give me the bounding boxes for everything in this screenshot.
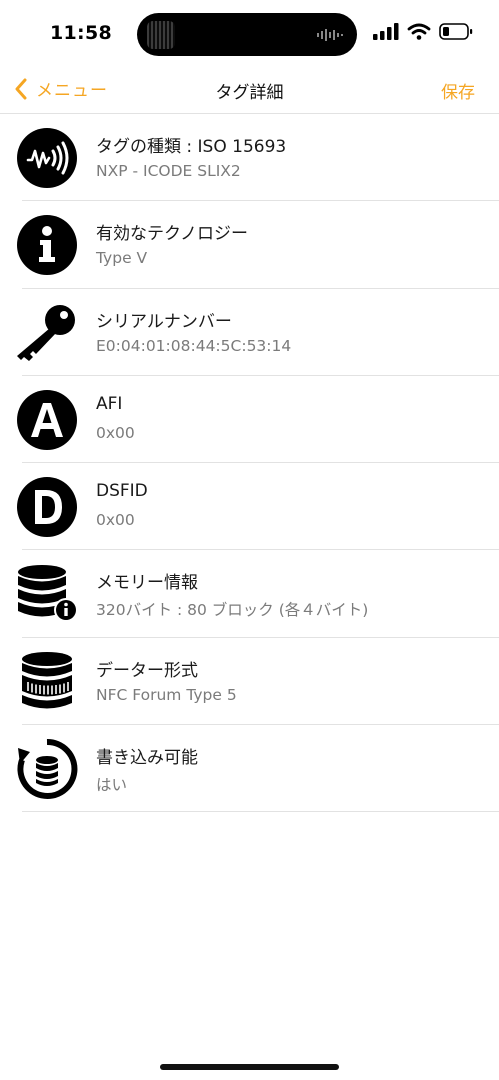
audio-wave-icon	[317, 29, 343, 41]
row-afi[interactable]: AFI 0x00	[0, 376, 499, 464]
database-info-icon	[18, 565, 78, 623]
dynamic-island	[137, 13, 357, 56]
row-tag-type[interactable]: タグの種類 : ISO 15693 NXP - ICODE SLIX2	[0, 114, 499, 202]
row-memory-info[interactable]: メモリー情報 320バイト : 80 ブロック (各４バイト)	[0, 550, 499, 638]
wifi-icon	[407, 23, 431, 40]
page-title: タグ詳細	[215, 83, 284, 103]
tag-detail-list: タグの種類 : ISO 15693 NXP - ICODE SLIX2 有効なテ…	[0, 114, 499, 813]
letter-d-icon	[17, 477, 77, 538]
row-serial-number[interactable]: シリアルナンバー E0:04:01:08:44:5C:53:14	[0, 289, 499, 376]
row-title: 有効なテクノロジー	[96, 224, 248, 245]
row-title: DSFID	[96, 481, 148, 502]
row-technology[interactable]: 有効なテクノロジー Type V	[0, 201, 499, 289]
row-subtitle: NFC Forum Type 5	[96, 685, 237, 704]
row-subtitle: E0:04:01:08:44:5C:53:14	[96, 336, 292, 355]
island-activity-icon	[147, 21, 175, 49]
battery-icon	[439, 23, 473, 40]
row-subtitle: NXP - ICODE SLIX2	[96, 162, 241, 180]
signal-icon	[373, 23, 399, 40]
save-button[interactable]: 保存	[441, 78, 475, 103]
row-title: タグの種類 : ISO 15693	[96, 137, 287, 157]
row-divider	[22, 811, 499, 813]
row-subtitle: 0x00	[96, 511, 135, 530]
row-title: AFI	[96, 393, 123, 414]
row-title: データー形式	[96, 660, 198, 681]
row-subtitle: 0x00	[96, 423, 135, 442]
info-icon	[17, 215, 77, 276]
nfc-tag-icon	[17, 128, 77, 188]
row-title: 書き込み可能	[96, 748, 198, 769]
row-writable[interactable]: 書き込み可能 はい	[0, 725, 499, 813]
row-title: メモリー情報	[96, 573, 198, 594]
status-time: 11:58	[50, 22, 112, 44]
row-title: シリアルナンバー	[96, 311, 232, 332]
row-subtitle: Type V	[96, 249, 148, 268]
letter-a-icon	[17, 389, 77, 450]
navigation-bar: メニュー タグ詳細 保存	[0, 68, 499, 112]
database-format-icon	[22, 651, 72, 709]
writable-icon	[17, 739, 78, 800]
key-icon	[17, 304, 75, 361]
row-dsfid[interactable]: DSFID 0x00	[0, 463, 499, 551]
status-bar: 11:58	[0, 0, 499, 68]
row-subtitle: 320バイト : 80 ブロック (各４バイト)	[96, 601, 369, 620]
row-data-format[interactable]: データー形式 NFC Forum Type 5	[0, 638, 499, 726]
home-indicator[interactable]	[160, 1064, 339, 1070]
row-subtitle: はい	[96, 776, 128, 795]
